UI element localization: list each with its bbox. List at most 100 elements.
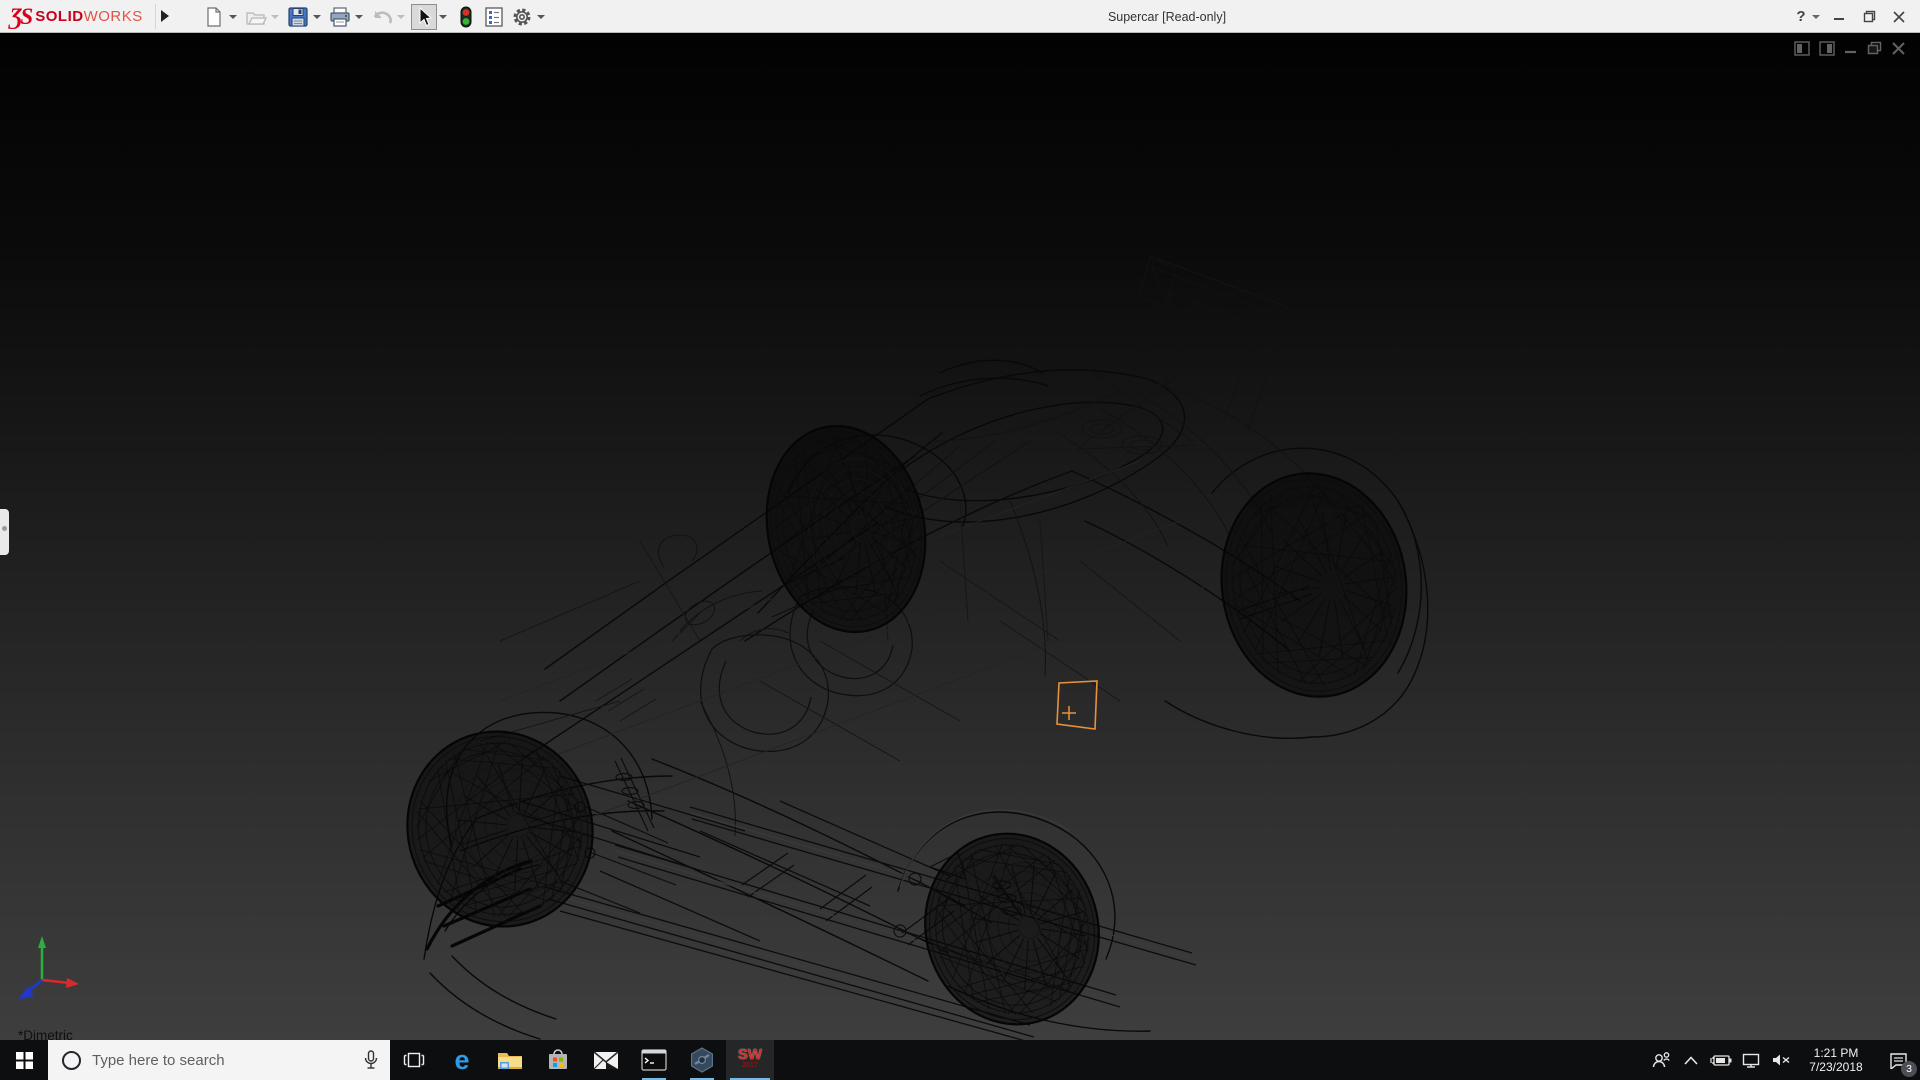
help-button[interactable]: ? [1788, 4, 1814, 30]
document-window-controls [1794, 41, 1906, 56]
close-button[interactable] [1886, 4, 1912, 30]
undo-caret-icon [397, 15, 405, 19]
mail-button[interactable] [582, 1040, 630, 1080]
battery-button[interactable] [1706, 1040, 1736, 1080]
minimize-icon [1833, 11, 1845, 23]
action-center-button[interactable]: 3 [1876, 1040, 1920, 1080]
store-button[interactable] [534, 1040, 582, 1080]
open-button[interactable] [243, 4, 269, 30]
file-explorer-button[interactable] [486, 1040, 534, 1080]
microphone-icon[interactable] [364, 1050, 378, 1070]
feature-manager-collapsed-tab[interactable] [0, 509, 9, 555]
show-pane-right-icon[interactable] [1819, 41, 1835, 56]
people-icon [1651, 1051, 1671, 1069]
brand-text-works: WORKS [84, 8, 143, 25]
save-caret-icon[interactable] [313, 15, 321, 19]
volume-button[interactable] [1766, 1040, 1796, 1080]
graphics-area[interactable]: *Dimetric [0, 34, 1920, 1040]
task-view-icon [402, 1050, 426, 1070]
document-title: Supercar [Read-only] [1108, 0, 1226, 33]
restore-button[interactable] [1856, 4, 1882, 30]
clock-time: 1:21 PM [1800, 1046, 1872, 1060]
task-view-button[interactable] [390, 1040, 438, 1080]
notification-badge: 3 [1901, 1061, 1917, 1077]
brand-text-solid: SOLID [35, 8, 83, 25]
close-icon [1893, 11, 1905, 23]
network-button[interactable] [1736, 1040, 1766, 1080]
print-caret-icon[interactable] [355, 15, 363, 19]
network-icon [1742, 1053, 1760, 1068]
search-input[interactable] [92, 1052, 332, 1069]
store-icon [546, 1048, 570, 1072]
sw-year: 2017 [737, 1062, 763, 1069]
x-axis-red [42, 980, 70, 983]
y-axis-arrowhead [38, 936, 46, 948]
doc-close-icon[interactable] [1892, 41, 1906, 56]
command-prompt-icon [641, 1049, 667, 1071]
new-document-button[interactable] [201, 4, 227, 30]
minimize-button[interactable] [1826, 4, 1852, 30]
title-bar: ƷS SOLID WORKS [0, 0, 1920, 33]
hexagon-app-icon [689, 1047, 715, 1073]
sw-label: SW [737, 1047, 763, 1062]
options-caret-icon[interactable] [537, 15, 545, 19]
save-floppy-icon [288, 7, 308, 27]
chevron-up-icon [1684, 1056, 1698, 1065]
taskbar-search[interactable] [48, 1040, 390, 1080]
window-controls: ? [1788, 0, 1912, 33]
start-button[interactable] [0, 1040, 48, 1080]
print-button[interactable] [327, 4, 353, 30]
menu-flyout-arrow-icon[interactable] [161, 10, 169, 22]
solidworks-logo: ƷS SOLID WORKS [10, 0, 143, 33]
battery-icon [1710, 1054, 1732, 1067]
doc-restore-icon[interactable] [1867, 41, 1883, 56]
solidworks-logo-icon: ƷS [10, 4, 31, 30]
clock-date: 7/23/2018 [1800, 1060, 1872, 1074]
x-axis-arrowhead [66, 978, 79, 988]
mail-icon [593, 1051, 619, 1070]
windows-logo-icon [16, 1052, 33, 1069]
select-caret-icon[interactable] [439, 15, 447, 19]
options-button[interactable] [509, 4, 535, 30]
undo-button [369, 4, 395, 30]
select-cursor-icon [416, 7, 432, 27]
show-pane-left-icon[interactable] [1794, 41, 1810, 56]
solidworks-2017-icon: SW 2017 [737, 1047, 763, 1073]
file-explorer-icon [497, 1049, 523, 1071]
model-wireframe-supercar[interactable] [0, 34, 1920, 1040]
view-orientation-label: *Dimetric [18, 1028, 73, 1040]
command-prompt-button[interactable] [630, 1040, 678, 1080]
edge-button[interactable]: e [438, 1040, 486, 1080]
windows-taskbar: e [0, 1040, 1920, 1080]
save-button[interactable] [285, 4, 311, 30]
new-document-icon [205, 7, 223, 27]
undo-icon [371, 8, 393, 26]
help-caret-icon[interactable] [1812, 15, 1820, 19]
rebuild-button[interactable] [453, 4, 479, 30]
doc-minimize-icon[interactable] [1844, 41, 1858, 56]
tab-handle-dot [2, 526, 7, 531]
solidworks-2017-button[interactable]: SW 2017 [726, 1040, 774, 1080]
traffic-light-icon [460, 6, 472, 28]
car-wheels [382, 411, 1420, 1040]
divider [155, 4, 156, 29]
tray-overflow-button[interactable] [1676, 1040, 1706, 1080]
cortana-icon[interactable] [62, 1051, 81, 1070]
system-tray: 1:21 PM 7/23/2018 3 [1646, 1040, 1920, 1080]
restore-icon [1863, 10, 1876, 23]
hexagon-app-button[interactable] [678, 1040, 726, 1080]
people-button[interactable] [1646, 1040, 1676, 1080]
print-icon [329, 7, 351, 27]
open-folder-icon [245, 8, 267, 26]
volume-muted-icon [1772, 1053, 1791, 1067]
taskbar-apps: e [390, 1040, 774, 1080]
file-properties-button[interactable] [481, 4, 507, 30]
open-caret-icon [271, 15, 279, 19]
options-gear-icon [511, 6, 533, 28]
taskbar-clock[interactable]: 1:21 PM 7/23/2018 [1800, 1046, 1872, 1074]
orientation-triad [12, 932, 96, 1006]
select-button[interactable] [411, 4, 437, 30]
edge-icon: e [454, 1045, 469, 1076]
new-caret-icon[interactable] [229, 15, 237, 19]
file-properties-icon [484, 7, 504, 27]
